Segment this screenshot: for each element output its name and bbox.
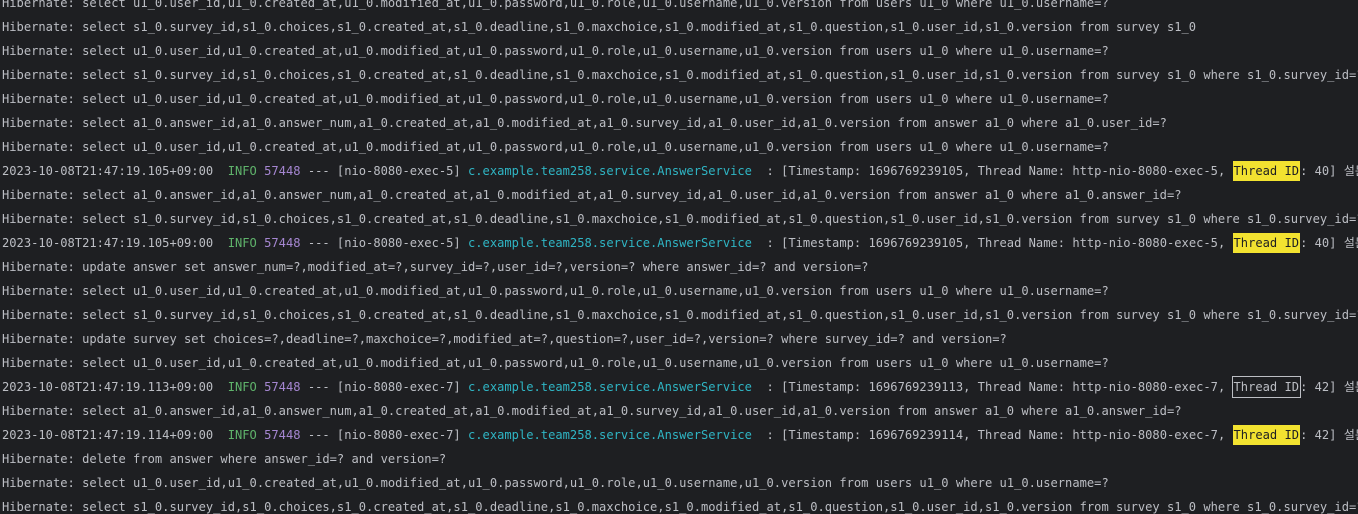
sql-text: Hibernate: select s1_0.survey_id,s1_0.ch… [2, 308, 1358, 322]
log-thread: --- [nio-8080-exec-5] [307, 236, 461, 250]
sql-text: Hibernate: select a1_0.answer_id,a1_0.an… [2, 188, 1182, 202]
sql-text: Hibernate: select u1_0.user_id,u1_0.crea… [2, 476, 1109, 490]
log-logger: c.example.team258.service.AnswerService [468, 428, 752, 442]
log-timestamp: 2023-10-08T21:47:19.113+09:00 [2, 380, 214, 394]
log-level: INFO [227, 236, 257, 250]
hibernate-log-line: Hibernate: delete from answer where answ… [2, 447, 1358, 471]
hibernate-log-line: Hibernate: select u1_0.user_id,u1_0.crea… [2, 471, 1358, 495]
hibernate-log-line: Hibernate: select u1_0.user_id,u1_0.crea… [2, 87, 1358, 111]
log-logger: c.example.team258.service.AnswerService [468, 164, 752, 178]
hibernate-log-line: Hibernate: select u1_0.user_id,u1_0.crea… [2, 0, 1358, 15]
hibernate-log-line: Hibernate: select s1_0.survey_id,s1_0.ch… [2, 63, 1358, 87]
sql-text: Hibernate: select s1_0.survey_id,s1_0.ch… [2, 500, 1358, 514]
log-level: INFO [227, 380, 257, 394]
hibernate-log-line: Hibernate: select u1_0.user_id,u1_0.crea… [2, 279, 1358, 303]
app-log-line: 2023-10-08T21:47:19.114+09:00 INFO 57448… [2, 423, 1358, 447]
search-match-highlight: Thread ID [1232, 425, 1301, 445]
search-match-highlight: Thread ID [1232, 161, 1301, 181]
app-log-line: 2023-10-08T21:47:19.105+09:00 INFO 57448… [2, 159, 1358, 183]
sql-text: Hibernate: select u1_0.user_id,u1_0.crea… [2, 44, 1109, 58]
search-match-highlight: Thread ID [1231, 376, 1302, 398]
hibernate-log-line: Hibernate: select u1_0.user_id,u1_0.crea… [2, 351, 1358, 375]
sql-text: Hibernate: select s1_0.survey_id,s1_0.ch… [2, 68, 1358, 82]
log-thread: --- [nio-8080-exec-5] [307, 164, 461, 178]
log-thread: --- [nio-8080-exec-7] [307, 428, 461, 442]
search-match-highlight: Thread ID [1232, 233, 1301, 253]
sql-text: Hibernate: delete from answer where answ… [2, 452, 447, 466]
hibernate-log-line: Hibernate: update survey set choices=?,d… [2, 327, 1358, 351]
sql-text: Hibernate: select a1_0.answer_id,a1_0.an… [2, 116, 1167, 130]
hibernate-log-line: Hibernate: update answer set answer_num=… [2, 255, 1358, 279]
log-message-tail: : 40] 설문지 응답 [1300, 236, 1358, 250]
log-timestamp: 2023-10-08T21:47:19.114+09:00 [2, 428, 214, 442]
log-level: INFO [227, 164, 257, 178]
log-pid: 57448 [264, 164, 301, 178]
app-log-line: 2023-10-08T21:47:19.105+09:00 INFO 57448… [2, 231, 1358, 255]
log-message: : [Timestamp: 1696769239114, Thread Name… [751, 428, 1233, 442]
log-pid: 57448 [264, 380, 301, 394]
hibernate-log-line: Hibernate: select s1_0.survey_id,s1_0.ch… [2, 495, 1358, 514]
sql-text: Hibernate: select u1_0.user_id,u1_0.crea… [2, 92, 1109, 106]
sql-text: Hibernate: select a1_0.answer_id,a1_0.an… [2, 404, 1182, 418]
hibernate-log-line: Hibernate: select s1_0.survey_id,s1_0.ch… [2, 15, 1358, 39]
hibernate-log-line: Hibernate: select s1_0.survey_id,s1_0.ch… [2, 303, 1358, 327]
log-message-tail: : 42] 설문지 응답 [1300, 380, 1358, 394]
log-message: : [Timestamp: 1696769239113, Thread Name… [751, 380, 1233, 394]
console-lines: Hibernate: select u1_0.user_id,u1_0.crea… [2, 0, 1358, 514]
log-logger: c.example.team258.service.AnswerService [468, 236, 752, 250]
hibernate-log-line: Hibernate: select a1_0.answer_id,a1_0.an… [2, 399, 1358, 423]
sql-text: Hibernate: select s1_0.survey_id,s1_0.ch… [2, 212, 1358, 226]
hibernate-log-line: Hibernate: select u1_0.user_id,u1_0.crea… [2, 135, 1358, 159]
sql-text: Hibernate: update survey set choices=?,d… [2, 332, 1007, 346]
console-output[interactable]: Hibernate: select u1_0.user_id,u1_0.crea… [0, 0, 1358, 514]
sql-text: Hibernate: select s1_0.survey_id,s1_0.ch… [2, 20, 1197, 34]
sql-text: Hibernate: select u1_0.user_id,u1_0.crea… [2, 356, 1109, 370]
app-log-line: 2023-10-08T21:47:19.113+09:00 INFO 57448… [2, 375, 1358, 399]
hibernate-log-line: Hibernate: select u1_0.user_id,u1_0.crea… [2, 39, 1358, 63]
sql-text: Hibernate: select u1_0.user_id,u1_0.crea… [2, 140, 1109, 154]
log-timestamp: 2023-10-08T21:47:19.105+09:00 [2, 164, 214, 178]
log-pid: 57448 [264, 236, 301, 250]
hibernate-log-line: Hibernate: select a1_0.answer_id,a1_0.an… [2, 111, 1358, 135]
log-pid: 57448 [264, 428, 301, 442]
hibernate-log-line: Hibernate: select s1_0.survey_id,s1_0.ch… [2, 207, 1358, 231]
sql-text: Hibernate: update answer set answer_num=… [2, 260, 869, 274]
log-level: INFO [227, 428, 257, 442]
log-message: : [Timestamp: 1696769239105, Thread Name… [751, 236, 1233, 250]
log-logger: c.example.team258.service.AnswerService [468, 380, 752, 394]
sql-text: Hibernate: select u1_0.user_id,u1_0.crea… [2, 0, 1109, 10]
sql-text: Hibernate: select u1_0.user_id,u1_0.crea… [2, 284, 1109, 298]
log-thread: --- [nio-8080-exec-7] [307, 380, 461, 394]
log-message-tail: : 40] 설문지 응답 [1300, 164, 1358, 178]
log-timestamp: 2023-10-08T21:47:19.105+09:00 [2, 236, 214, 250]
log-message-tail: : 42] 설문지 응답 [1300, 428, 1358, 442]
log-message: : [Timestamp: 1696769239105, Thread Name… [751, 164, 1233, 178]
hibernate-log-line: Hibernate: select a1_0.answer_id,a1_0.an… [2, 183, 1358, 207]
